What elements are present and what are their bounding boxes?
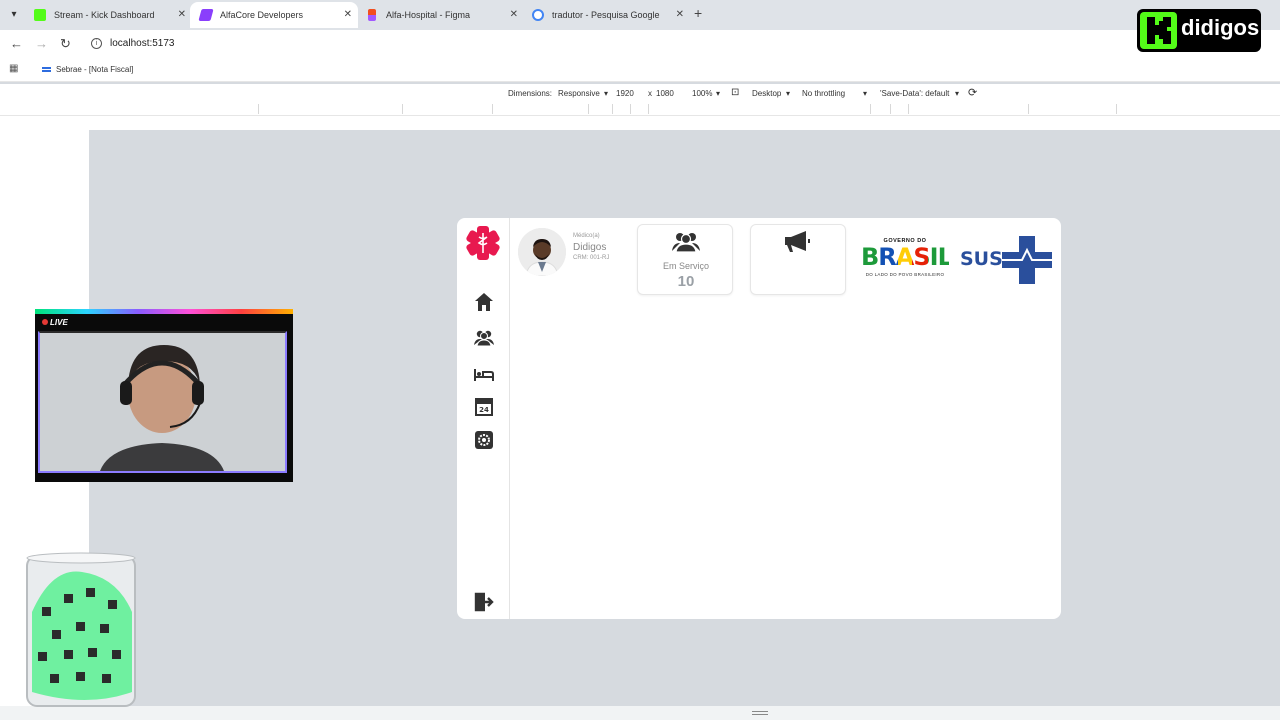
on-duty-card[interactable]: Em Serviço 10 <box>637 224 733 295</box>
tab-title: Stream - Kick Dashboard <box>54 10 155 20</box>
save-data-select[interactable]: 'Save-Data': default <box>880 89 949 98</box>
gov-logo-main: BRASIL <box>861 243 953 271</box>
zoom-select[interactable]: 100% <box>692 89 712 98</box>
width-input[interactable]: 1920 <box>616 89 634 98</box>
screenshot-icon[interactable]: ⊡ <box>731 87 739 98</box>
live-label: LIVE <box>50 318 68 327</box>
address-bar[interactable]: localhost:5173 <box>110 38 175 49</box>
webcam-overlay: LIVE <box>35 309 293 482</box>
devtools-device-toolbar: Dimensions: Responsive ▾ 1920 x 1080 100… <box>0 84 1280 102</box>
rotate-icon[interactable]: ⟳ <box>968 86 977 99</box>
sus-logo-text: SUS <box>960 248 1003 270</box>
forward-icon[interactable]: → <box>35 36 48 51</box>
tab-tradutor-google[interactable]: tradutor - Pesquisa Google ✕ <box>522 2 690 28</box>
times-label: x <box>648 89 652 98</box>
chevron-down-icon: ▾ <box>716 89 721 98</box>
mode-select[interactable]: Desktop <box>752 89 781 98</box>
figma-favicon-icon <box>368 9 376 21</box>
height-input[interactable]: 1080 <box>656 89 674 98</box>
sus-cross-icon <box>1002 236 1052 284</box>
tab-alfacore-developers[interactable]: AlfaCore Developers ✕ <box>190 2 358 28</box>
dimensions-label: Dimensions: <box>508 89 553 98</box>
sus-logo: SUS <box>960 236 1052 284</box>
back-icon[interactable]: ← <box>10 36 23 51</box>
webcam-feed <box>38 331 287 473</box>
svg-text:24: 24 <box>479 406 489 414</box>
browser-tab-strip: ▾ Stream - Kick Dashboard ✕ AlfaCore Dev… <box>0 0 1280 30</box>
tab-kick-dashboard[interactable]: Stream - Kick Dashboard ✕ <box>24 2 192 28</box>
tab-search-dropdown-icon[interactable]: ▾ <box>6 7 22 23</box>
new-tab-icon[interactable]: + <box>694 5 702 21</box>
home-icon[interactable] <box>473 291 495 313</box>
reload-icon[interactable]: ↻ <box>60 36 71 52</box>
live-dot-icon <box>42 319 48 325</box>
bookmarks-bar: ▦ Sebrae - [Nota Fiscal] <box>0 58 1280 82</box>
kick-k-icon <box>1140 12 1177 49</box>
live-badge: LIVE <box>42 318 68 327</box>
tab-title: tradutor - Pesquisa Google <box>552 10 660 20</box>
browser-toolbar: ← → ↻ i localhost:5173 <box>0 30 1280 58</box>
kick-channel-logo: didigos <box>1137 9 1261 52</box>
tip-jar-icon <box>26 552 136 707</box>
tab-title: Alfa-Hospital - Figma <box>386 10 471 20</box>
settings-icon[interactable] <box>473 429 495 451</box>
throttling-select[interactable]: No throttling <box>802 89 845 98</box>
close-tab-icon[interactable]: ✕ <box>510 2 518 28</box>
tab-title: AlfaCore Developers <box>220 10 304 20</box>
device-select[interactable]: Responsive <box>558 89 600 98</box>
resize-handle-icon[interactable] <box>752 711 768 715</box>
doctor-crm: CRM: 001-RJ <box>573 255 610 261</box>
users-icon <box>672 233 700 253</box>
app-sidebar: 24 <box>457 218 510 619</box>
logout-icon[interactable] <box>473 591 495 613</box>
bed-icon[interactable] <box>473 363 495 385</box>
doctor-role: Médico(a) <box>573 233 600 239</box>
kick-favicon-icon <box>34 9 46 21</box>
on-duty-count: 10 <box>677 273 695 290</box>
doctor-avatar <box>518 228 566 276</box>
megaphone-icon <box>785 231 810 252</box>
doctor-profile[interactable]: Médico(a) Didigos CRM: 001-RJ <box>518 228 628 278</box>
pharmacy-icon[interactable]: 24 <box>473 395 495 417</box>
bookmark-favicon-icon <box>42 67 51 72</box>
close-tab-icon[interactable]: ✕ <box>178 2 186 28</box>
chevron-down-icon: ▾ <box>955 89 960 98</box>
on-duty-label: Em Serviço <box>662 261 709 271</box>
apps-grid-icon[interactable]: ▦ <box>9 64 19 74</box>
governo-brasil-logo: GOVERNO DO BRASIL DO LADO DO POVO BRASIL… <box>861 238 953 280</box>
announcements-card[interactable] <box>750 224 846 295</box>
chevron-down-icon: ▾ <box>604 89 609 98</box>
channel-name: didigos <box>1181 15 1260 40</box>
google-favicon-icon <box>532 9 544 21</box>
tab-alfa-hospital-figma[interactable]: Alfa-Hospital - Figma ✕ <box>356 2 524 28</box>
bookmark-sebrae[interactable]: Sebrae - [Nota Fiscal] <box>56 65 133 74</box>
viewport-resize-strip <box>0 706 1280 720</box>
viewport-top-gap <box>0 116 1280 130</box>
gov-logo-bottom: DO LADO DO POVO BRASILEIRO <box>865 272 945 277</box>
media-query-ruler <box>0 102 1280 116</box>
site-info-icon[interactable]: i <box>91 38 102 49</box>
hospital-app: 24 Médico(a) Didigos CRM: 001-RJ Em Serv… <box>457 218 1061 619</box>
close-tab-icon[interactable]: ✕ <box>676 2 684 28</box>
medical-star-logo-icon[interactable] <box>465 225 501 261</box>
chevron-down-icon: ▾ <box>863 89 868 98</box>
users-icon[interactable] <box>473 327 495 349</box>
doctor-name: Didigos <box>573 242 607 253</box>
chevron-down-icon: ▾ <box>786 89 791 98</box>
close-tab-icon[interactable]: ✕ <box>344 2 352 28</box>
webcam-border-accent <box>35 309 293 314</box>
alfacore-favicon-icon <box>198 9 214 21</box>
